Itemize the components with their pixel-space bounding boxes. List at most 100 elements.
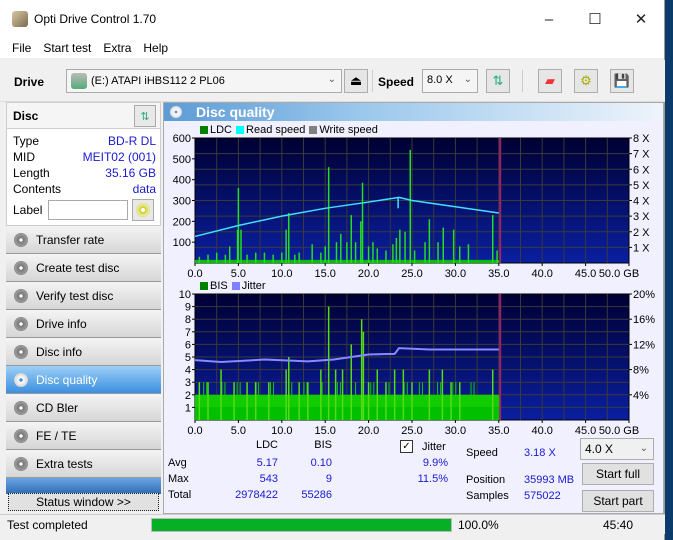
- test-speed-value: 4.0 X: [585, 442, 614, 456]
- nav-list: Transfer rate Create test disc Verify te…: [6, 226, 161, 494]
- nav-filler: [6, 478, 161, 494]
- y2-tick-label: 8 X: [633, 133, 650, 145]
- y2-tick-label: 6 X: [633, 164, 650, 176]
- nav-cd-bler[interactable]: CD Bler: [6, 394, 161, 422]
- nav-disc-quality[interactable]: Disc quality: [6, 366, 161, 394]
- y-tick-label: 4: [185, 365, 191, 377]
- disc-contents-value: data: [132, 182, 156, 196]
- window-title: Opti Drive Control 1.70: [34, 12, 157, 26]
- app-icon: [12, 11, 28, 27]
- stats-max-bis: 9: [325, 473, 332, 485]
- menu-start-test[interactable]: Start test: [37, 41, 97, 55]
- toolbar: Drive (E:) ATAPI iHBS112 2 PL06 ⌄ ⏏ Spee…: [0, 60, 665, 102]
- nav-label: Extra tests: [36, 456, 93, 471]
- disc-icon: [14, 232, 28, 247]
- y2-tick-label: 8%: [633, 365, 649, 377]
- stats-total-ldc: 2978422: [235, 489, 278, 501]
- speed-value: 8.0 X: [427, 74, 453, 86]
- nav-extra-tests[interactable]: Extra tests: [6, 450, 161, 478]
- erase-button[interactable]: ▰: [538, 69, 562, 93]
- nav-label: Create test disc: [36, 260, 120, 275]
- chevron-down-icon: ⌄: [327, 74, 336, 85]
- y2-tick-label: 7 X: [633, 149, 650, 161]
- stats-avg-ldc: 5.17: [256, 457, 278, 469]
- disc-length-value: 35.16 GB: [105, 166, 156, 180]
- settings-button[interactable]: ⚙: [574, 69, 598, 93]
- disc-contents-label: Contents: [13, 182, 62, 196]
- y2-tick-label: 16%: [633, 314, 655, 326]
- speed-select[interactable]: 8.0 X ⌄: [422, 69, 478, 93]
- stats-header-bis: BIS: [314, 439, 332, 451]
- disc-icon: [14, 344, 28, 359]
- y-tick-label: 10: [179, 289, 191, 301]
- samples-value: 575022: [524, 490, 561, 502]
- disc-row-length: Length 35.16 GB: [7, 165, 160, 181]
- refresh-arrows-icon: ⇅: [492, 73, 504, 88]
- disc-length-label: Length: [13, 166, 50, 180]
- nav-fe-te[interactable]: FE / TE: [6, 422, 161, 450]
- disc-icon: [14, 400, 28, 415]
- eject-button[interactable]: ⏏: [344, 69, 368, 93]
- menu-file[interactable]: File: [6, 41, 37, 55]
- bis-baseline-1: [195, 407, 501, 420]
- stats-max-jitter: 11.5%: [417, 473, 448, 485]
- eraser-icon: ▰: [545, 73, 555, 88]
- disc-refresh-button[interactable]: ⇅: [134, 105, 156, 127]
- stats-max-ldc: 543: [259, 473, 278, 485]
- start-part-button[interactable]: Start part: [582, 490, 654, 512]
- y-tick-label: 100: [173, 237, 191, 249]
- nav-drive-info[interactable]: Drive info: [6, 310, 161, 338]
- elapsed-time: 45:40: [603, 518, 634, 532]
- disc-row-contents: Contents data: [7, 181, 160, 197]
- test-speed-select[interactable]: 4.0 X ⌄: [580, 438, 654, 460]
- app-window: Opti Drive Control 1.70 – ☐ ✕ File Start…: [0, 0, 665, 540]
- eject-icon: ⏏: [349, 73, 363, 88]
- y2-tick-label: 2 X: [633, 227, 650, 239]
- stats-total-bis: 55286: [301, 489, 332, 501]
- gears-icon: ⚙: [580, 73, 592, 88]
- bis-baseline-2: [195, 394, 501, 408]
- stats-header-ldc: LDC: [255, 439, 278, 451]
- menu-extra[interactable]: Extra: [97, 41, 137, 55]
- y-tick-label: 600: [173, 133, 191, 145]
- x-tick-label: 50.0 GB: [599, 425, 639, 437]
- refresh-arrows-icon: ⇅: [140, 110, 150, 123]
- refresh-button[interactable]: ⇅: [486, 69, 510, 93]
- floppy-icon: 💾: [613, 73, 631, 88]
- disc-quality-panel: Disc quality LDC Read speed Write speed …: [163, 102, 664, 514]
- nav-disc-info[interactable]: Disc info: [6, 338, 161, 366]
- y2-tick-label: 20%: [633, 289, 655, 301]
- nav-label: CD Bler: [36, 400, 79, 415]
- jitter-checkbox[interactable]: ✓: [400, 440, 413, 453]
- status-window-button[interactable]: Status window >>: [8, 493, 159, 511]
- ldc-chart: 100 200 300 400 500 600 1 X 2 X 3 X 4 X 5 X 6 X 7 X 8…: [173, 133, 651, 280]
- progress-fill: [152, 519, 451, 531]
- start-full-button[interactable]: Start full: [582, 463, 654, 485]
- x-tick-label: 0.0: [187, 425, 202, 437]
- nav-create-test-disc[interactable]: Create test disc: [6, 254, 161, 282]
- speed-value: 3.18 X: [524, 447, 556, 459]
- close-button[interactable]: ✕: [618, 0, 664, 38]
- y-tick-label: 8: [185, 314, 191, 326]
- minimize-button[interactable]: –: [526, 0, 572, 38]
- x-tick-label: 5.0: [231, 425, 246, 437]
- nav-transfer-rate[interactable]: Transfer rate: [6, 226, 161, 254]
- save-button[interactable]: 💾: [610, 69, 634, 93]
- disc-label-button[interactable]: [132, 199, 155, 221]
- status-bar: Test completed 100.0% 45:40: [0, 514, 665, 534]
- disc-icon: [14, 372, 28, 387]
- disc-type-value: BD-R DL: [107, 134, 156, 148]
- y2-tick-label: 4%: [633, 390, 649, 402]
- maximize-button[interactable]: ☐: [572, 0, 618, 38]
- drive-select[interactable]: (E:) ATAPI iHBS112 2 PL06 ⌄: [66, 69, 342, 93]
- title-bar: Opti Drive Control 1.70 – ☐ ✕: [0, 0, 664, 38]
- nav-verify-test-disc[interactable]: Verify test disc: [6, 282, 161, 310]
- nav-label: Transfer rate: [36, 232, 105, 247]
- y-tick-label: 6: [185, 339, 191, 351]
- y2-tick-label: 5 X: [633, 180, 650, 192]
- menu-help[interactable]: Help: [137, 41, 174, 55]
- disc-mid-value: MEIT02 (001): [82, 150, 156, 164]
- disc-type-label: Type: [13, 134, 40, 148]
- disc-label-input[interactable]: [48, 200, 129, 220]
- y2-tick-label: 3 X: [633, 211, 650, 223]
